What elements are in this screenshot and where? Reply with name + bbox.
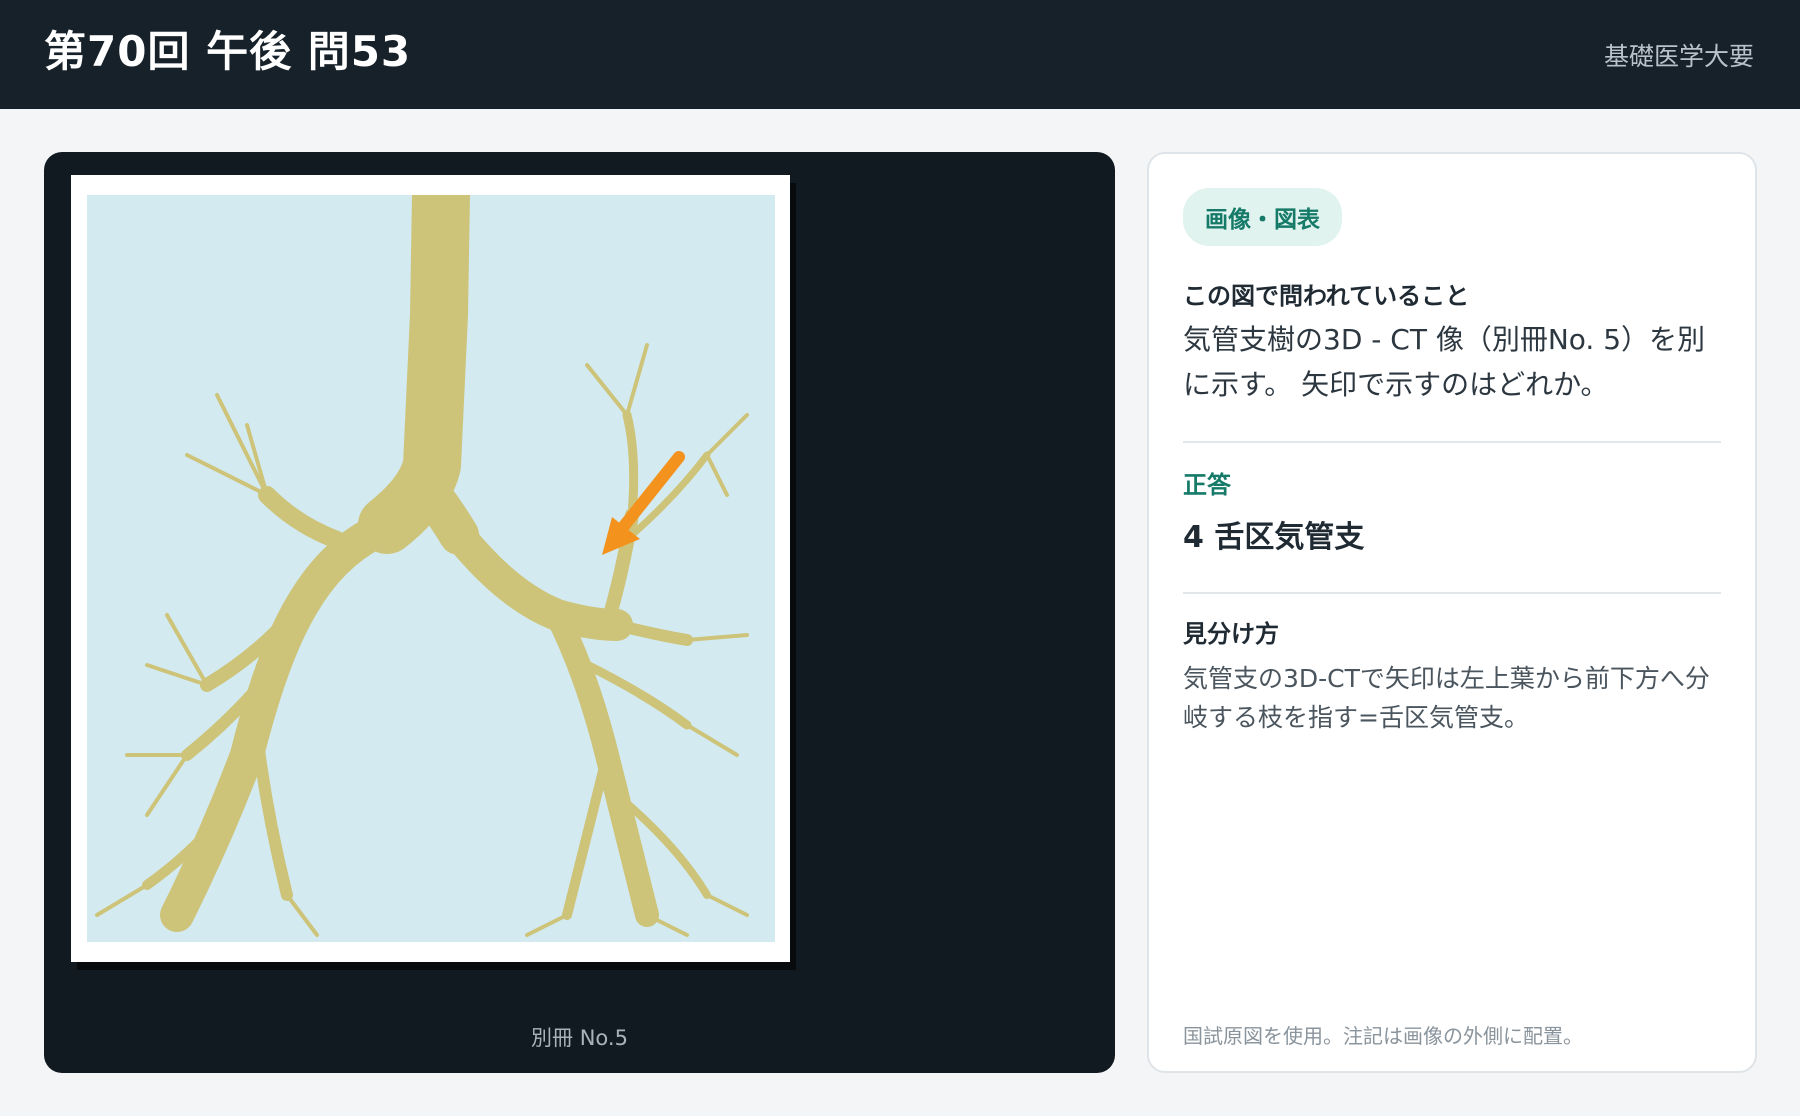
- image-viewer: 別冊 No.5: [44, 152, 1115, 1073]
- footnote: 国試原図を使用。注記は画像の外側に配置。: [1183, 1024, 1583, 1048]
- category-label: 基礎医学大要: [1603, 41, 1754, 71]
- divider: [1183, 441, 1721, 443]
- top-bar: 第70回 午後 問53 基礎医学大要: [0, 0, 1800, 109]
- hint-label: 見分け方: [1183, 620, 1279, 648]
- answer-text: 4 舌区気管支: [1183, 520, 1365, 555]
- hint-text: 気管支の3D-CTで矢印は左上葉から前下方へ分岐する枝を指す=舌区気管支。: [1183, 664, 1710, 732]
- question-label: この図で問われていること: [1183, 282, 1470, 310]
- bronchial-tree-image: [87, 195, 775, 942]
- image-type-badge: 画像・図表: [1183, 188, 1342, 246]
- ct-image-frame: [71, 175, 790, 962]
- divider: [1183, 592, 1721, 594]
- info-panel: 画像・図表 この図で問われていること 気管支樹の3D - CT 像（別冊No. …: [1147, 152, 1757, 1073]
- question-text: 気管支樹の3D - CT 像（別冊No. 5）を別に示す。 矢印で示すのはどれか…: [1183, 323, 1706, 401]
- answer-label: 正答: [1183, 471, 1231, 499]
- page-title: 第70回 午後 問53: [44, 27, 412, 76]
- image-caption: 別冊 No.5: [531, 1026, 628, 1050]
